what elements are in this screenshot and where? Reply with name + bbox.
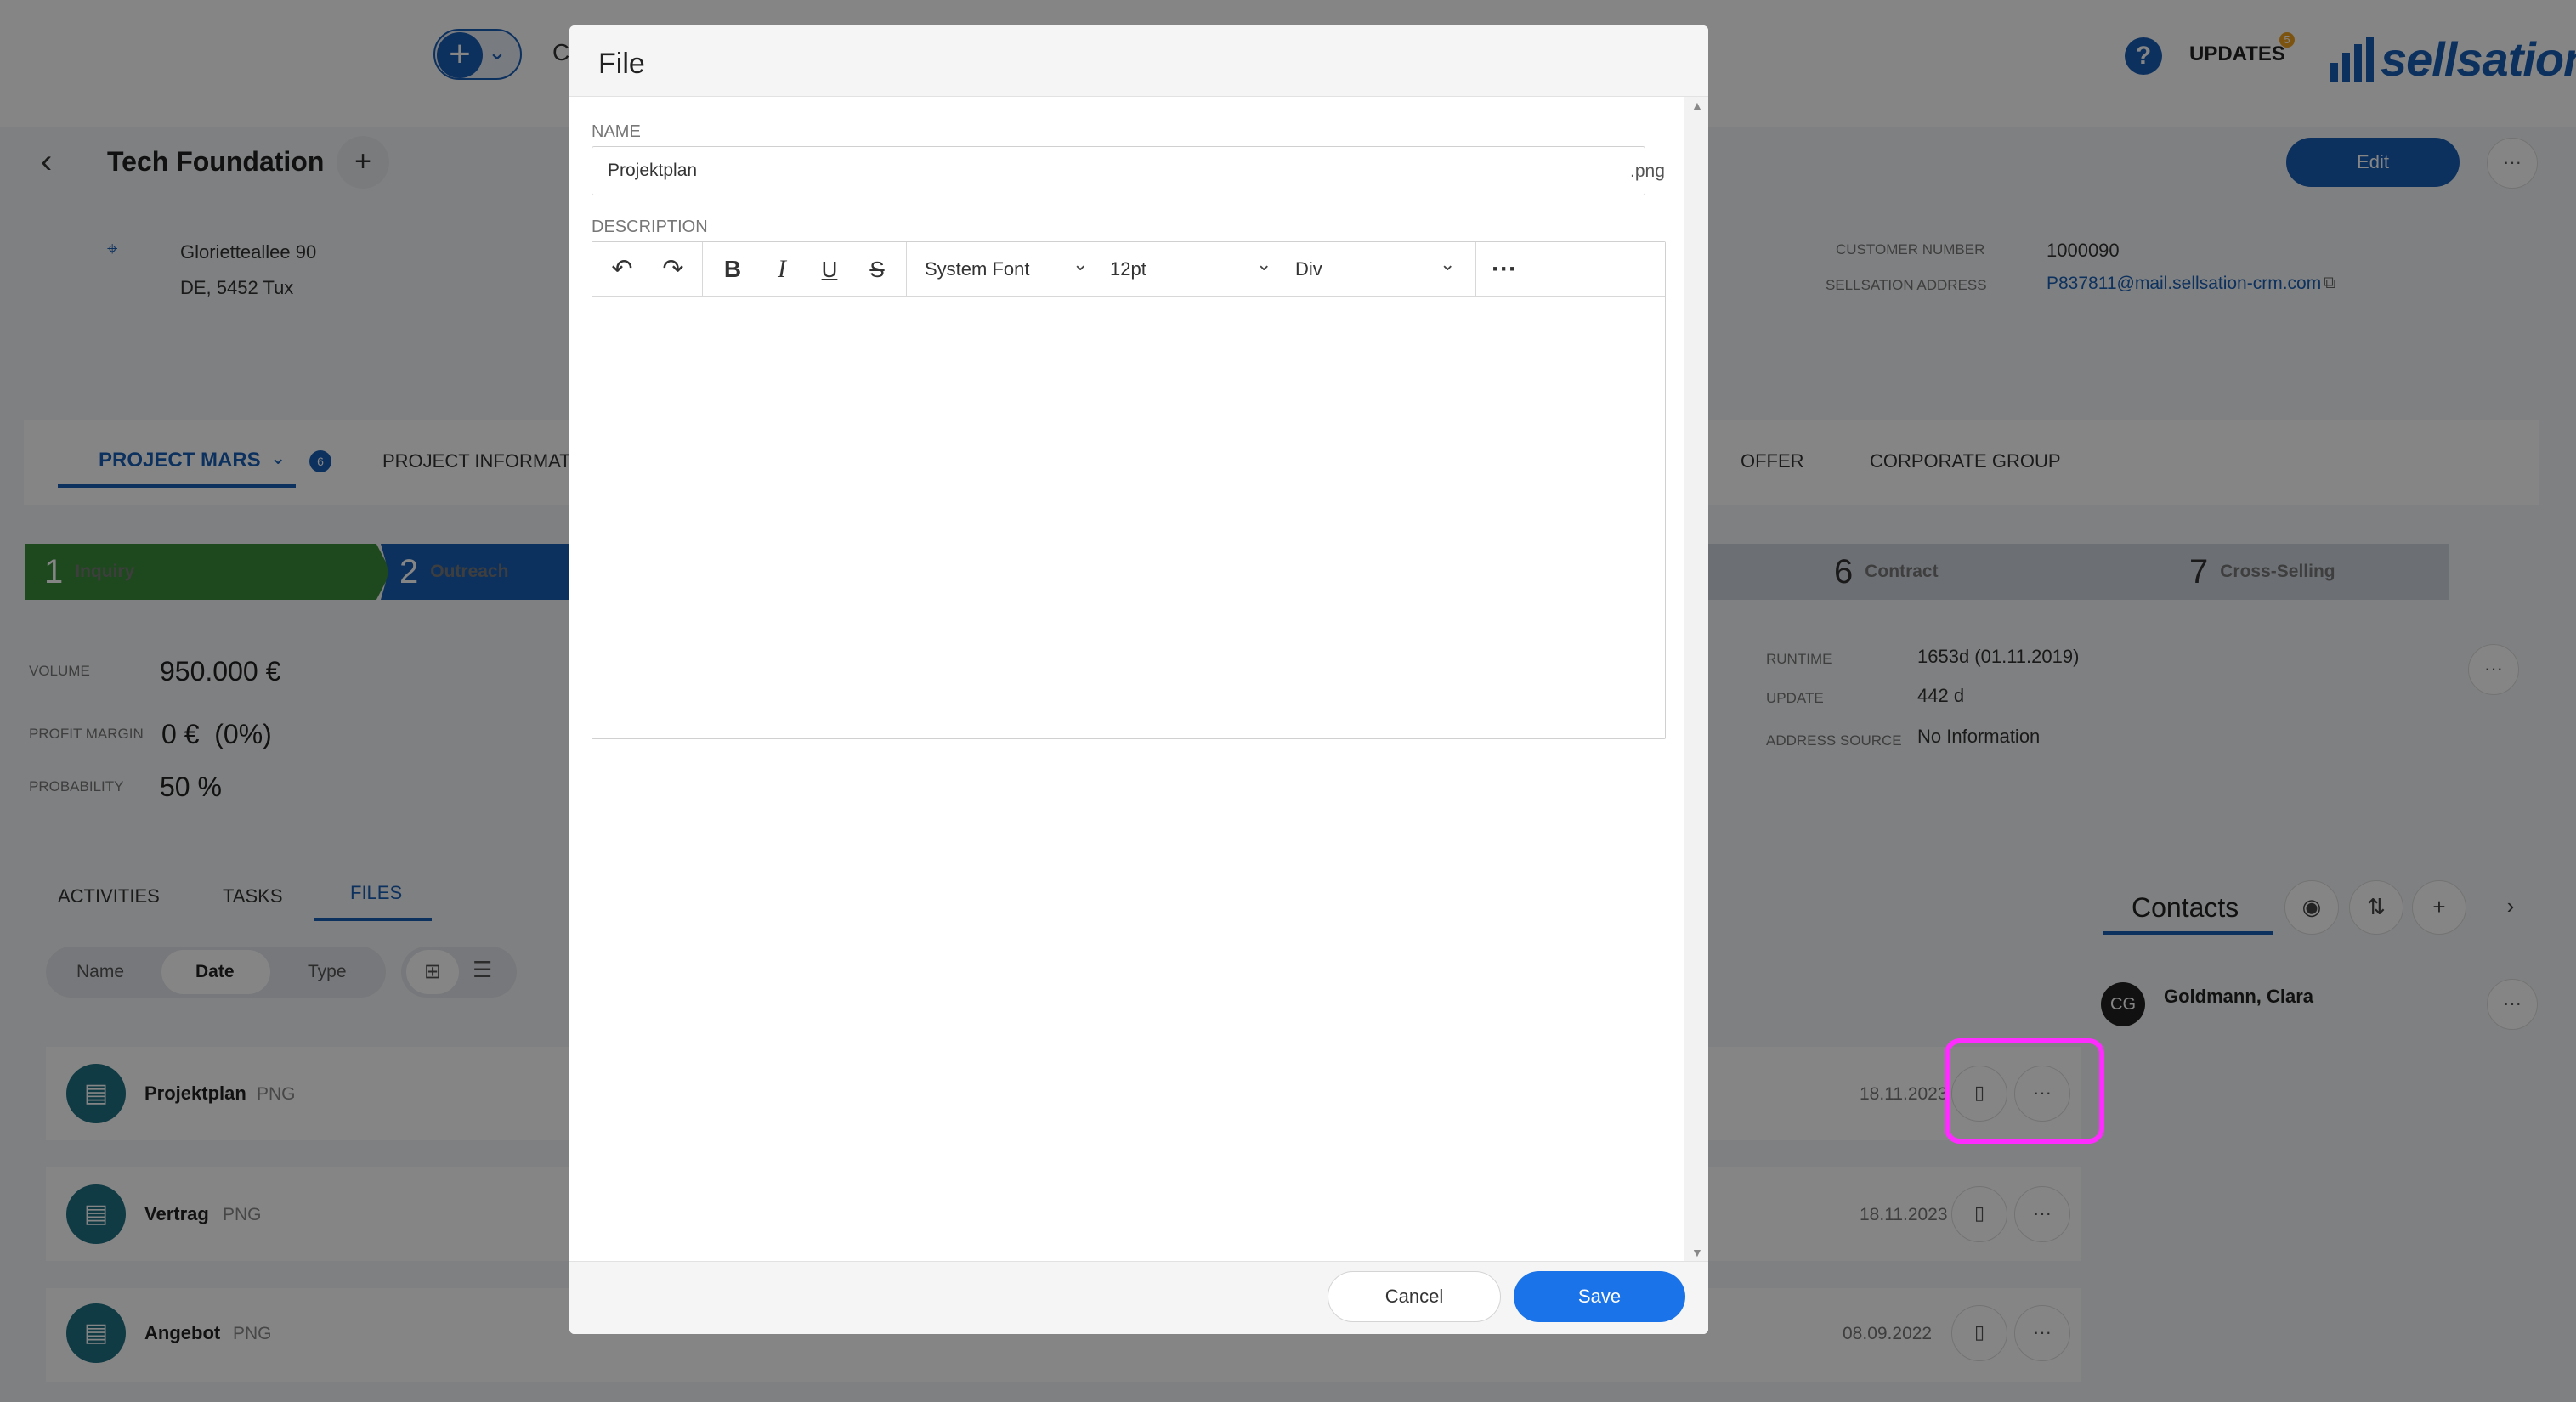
- dialog-title: File: [598, 48, 645, 80]
- highlight-box: [1945, 1038, 2104, 1144]
- dialog-scrollbar[interactable]: [1684, 97, 1708, 1286]
- scroll-down-icon[interactable]: ▼: [1691, 1246, 1703, 1259]
- font-size-select[interactable]: 12pt: [1110, 258, 1146, 280]
- font-family-select[interactable]: System Font: [925, 258, 1029, 280]
- toolbar-divider: [1475, 242, 1476, 297]
- file-dialog: File NAME .png DESCRIPTION ↶ ↷ B I U S S…: [569, 25, 1708, 1334]
- chevron-down-icon[interactable]: ⌄: [1073, 253, 1088, 275]
- undo-icon[interactable]: ↶: [603, 255, 641, 284]
- save-button[interactable]: Save: [1514, 1271, 1685, 1322]
- chevron-down-icon[interactable]: ⌄: [1440, 253, 1455, 275]
- toolbar-divider: [702, 242, 703, 297]
- more-options-icon[interactable]: ···: [1486, 255, 1523, 284]
- redo-icon[interactable]: ↷: [654, 255, 692, 284]
- name-label: NAME: [592, 122, 641, 141]
- italic-icon[interactable]: I: [763, 255, 801, 284]
- toolbar-divider: [906, 242, 907, 297]
- description-label: DESCRIPTION: [592, 218, 708, 236]
- underline-icon[interactable]: U: [811, 255, 848, 284]
- scroll-up-icon[interactable]: ▲: [1691, 99, 1703, 112]
- block-format-select[interactable]: Div: [1295, 258, 1322, 280]
- cancel-button[interactable]: Cancel: [1328, 1271, 1501, 1322]
- description-editor[interactable]: [592, 241, 1666, 739]
- file-extension: .png: [1630, 161, 1665, 181]
- strikethrough-icon[interactable]: S: [858, 255, 896, 284]
- dialog-header: [569, 25, 1708, 97]
- file-name-input[interactable]: [592, 146, 1645, 195]
- bold-icon[interactable]: B: [714, 255, 751, 284]
- chevron-down-icon[interactable]: ⌄: [1256, 253, 1271, 275]
